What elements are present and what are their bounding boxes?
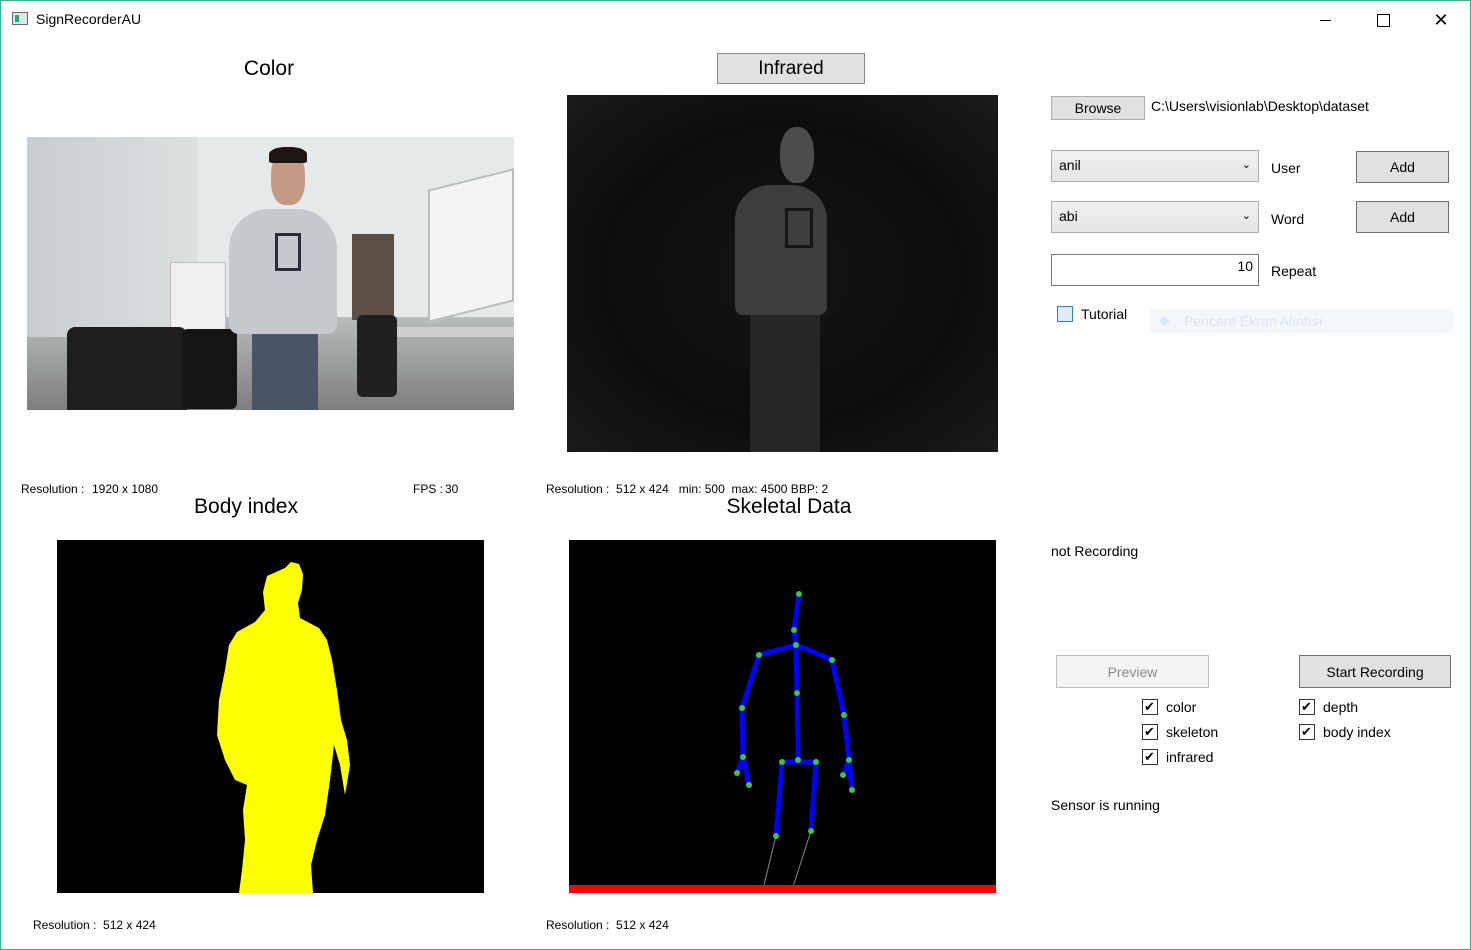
checkmark-icon xyxy=(1299,724,1315,740)
ir-person-body xyxy=(735,185,827,315)
sensor-status: Sensor is running xyxy=(1051,797,1160,813)
repeat-input[interactable]: 10 xyxy=(1051,254,1259,286)
color-panel-title: Color xyxy=(243,57,295,80)
whiteboard xyxy=(428,168,514,323)
skeletal-info: Resolution : 512 x 424 xyxy=(546,918,669,932)
word-select[interactable]: abi ⌄ xyxy=(1051,201,1259,233)
browse-button[interactable]: Browse xyxy=(1051,96,1145,120)
depth-stream-label: depth xyxy=(1323,699,1359,715)
tutorial-label: Tutorial xyxy=(1081,306,1128,322)
checkmark-icon xyxy=(1142,749,1158,765)
person-body xyxy=(229,209,337,334)
add-word-button[interactable]: Add xyxy=(1356,201,1449,233)
checkbox-box xyxy=(1057,306,1073,322)
app-icon xyxy=(12,12,28,25)
infrared-button[interactable]: Infrared xyxy=(717,53,865,84)
body-index-stream-checkbox[interactable]: body index xyxy=(1299,724,1391,740)
checkmark-icon xyxy=(1299,699,1315,715)
depth-stream-checkbox[interactable]: depth xyxy=(1299,699,1358,715)
bullet-icon xyxy=(1160,316,1169,326)
tutorial-checkbox[interactable]: Tutorial xyxy=(1057,306,1127,322)
sofa xyxy=(67,327,187,410)
faded-overlay-item: Pencere Ekran Alıntısı xyxy=(1150,309,1453,333)
maximize-button[interactable] xyxy=(1354,1,1412,39)
ir-sweater-logo xyxy=(785,208,813,248)
infrared-stream-checkbox[interactable]: infrared xyxy=(1142,749,1213,765)
sweater-logo xyxy=(275,233,301,271)
color-stream-label: color xyxy=(1166,699,1197,715)
skeletal-data-title: Skeletal Data xyxy=(726,495,852,518)
chevron-down-icon: ⌄ xyxy=(1241,159,1251,171)
word-label: Word xyxy=(1271,211,1305,227)
door xyxy=(352,234,394,320)
close-button[interactable]: ✕ xyxy=(1412,1,1470,39)
floor-indicator xyxy=(569,885,996,893)
skeleton-drawing xyxy=(734,591,855,893)
skeleton-stream-label: skeleton xyxy=(1166,724,1219,740)
word-select-value: abi xyxy=(1059,208,1078,224)
person-legs xyxy=(252,327,318,410)
color-camera-view xyxy=(27,137,514,410)
close-icon: ✕ xyxy=(1433,9,1449,31)
checkmark-icon xyxy=(1142,699,1158,715)
user-select-value: anil xyxy=(1059,157,1081,173)
color-resolution-value: 1920 x 1080 xyxy=(92,482,159,496)
preview-button[interactable]: Preview xyxy=(1056,655,1209,688)
desk xyxy=(387,327,514,337)
faded-overlay-label: Pencere Ekran Alıntısı xyxy=(1184,313,1323,329)
dataset-path: C:\Users\visionlab\Desktop\dataset xyxy=(1151,98,1369,114)
chair xyxy=(357,315,397,397)
ir-person-head xyxy=(780,127,814,183)
cabinet xyxy=(170,262,226,337)
repeat-label: Repeat xyxy=(1271,263,1317,279)
minimize-button[interactable] xyxy=(1296,1,1354,39)
chair xyxy=(182,329,237,409)
checkmark-icon xyxy=(1142,724,1158,740)
body-index-title: Body index xyxy=(194,495,298,518)
user-label: User xyxy=(1271,160,1301,176)
body-index-stream-label: body index xyxy=(1323,724,1391,740)
fps-value: 30 xyxy=(445,482,459,496)
title-bar[interactable]: SignRecorderAU ✕ xyxy=(1,1,1470,39)
color-resolution-label: Resolution : xyxy=(21,482,85,496)
body-index-info: Resolution : 512 x 424 xyxy=(33,918,156,932)
fps-label: FPS : xyxy=(413,482,444,496)
person-hair xyxy=(269,147,307,163)
infrared-camera-view xyxy=(567,95,998,452)
start-recording-button[interactable]: Start Recording xyxy=(1299,655,1451,688)
window-title: SignRecorderAU xyxy=(36,11,142,27)
chevron-down-icon: ⌄ xyxy=(1241,210,1251,222)
color-stream-checkbox[interactable]: color xyxy=(1142,699,1196,715)
app-window: SignRecorderAU ✕ Color Resolution : 1920… xyxy=(0,0,1471,950)
infrared-info: Resolution : 512 x 424 min: 500 max: 450… xyxy=(546,482,829,496)
skeletal-data-view xyxy=(569,540,996,893)
skeleton-stream-checkbox[interactable]: skeleton xyxy=(1142,724,1218,740)
add-user-button[interactable]: Add xyxy=(1356,151,1449,183)
recording-status: not Recording xyxy=(1051,543,1139,559)
infrared-stream-label: infrared xyxy=(1166,749,1214,765)
body-silhouette xyxy=(217,562,350,893)
ir-person-legs xyxy=(750,310,820,452)
body-index-view xyxy=(57,540,484,893)
user-select[interactable]: anil ⌄ xyxy=(1051,150,1259,182)
